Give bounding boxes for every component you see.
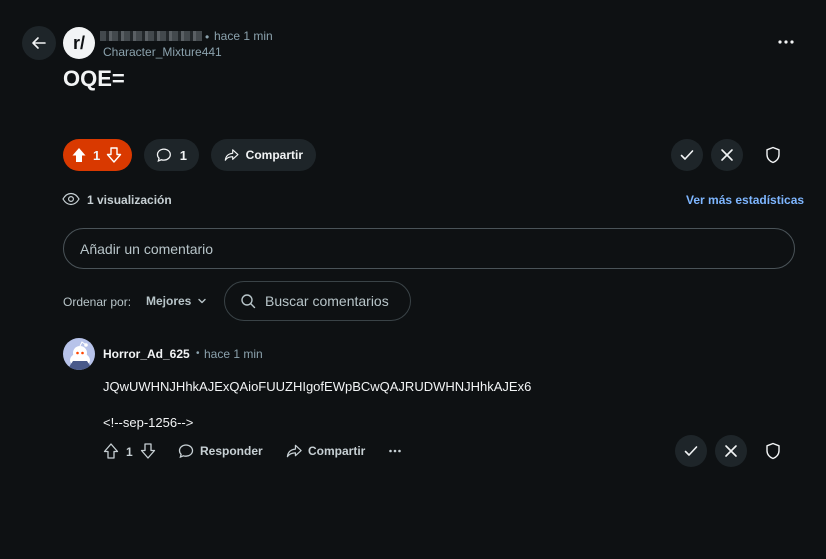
comment-body-line2: <!--sep-1256--> [103,415,194,430]
mod-shield-button[interactable] [757,139,789,171]
post-title: OQE= [63,66,125,91]
vote-pill: 1 [63,139,132,171]
arrow-left-icon [32,37,46,49]
comment-author[interactable]: Horror_Ad_625 [103,347,190,361]
share-button[interactable]: Compartir [211,139,316,171]
check-icon [684,446,698,456]
comment-dot: • [196,348,200,359]
search-placeholder: Buscar comentarios [265,293,389,309]
avatar[interactable] [63,338,95,370]
comments-button[interactable]: 1 [144,139,199,171]
post-author[interactable]: Character_Mixture441 [103,45,222,59]
approve-button[interactable] [671,139,703,171]
comment-share-button[interactable]: Compartir [286,443,365,459]
subreddit-name-blurred[interactable] [100,31,202,41]
comment-placeholder: Añadir un comentario [80,240,214,257]
views-count: 1 visualización [87,193,172,207]
subreddit-prefix: r/ [72,32,85,53]
more-stats-link[interactable]: Ver más estadísticas [686,193,804,207]
comment-remove-button[interactable] [715,435,747,467]
close-icon [725,445,737,457]
remove-button[interactable] [711,139,743,171]
comment-downvote-icon[interactable] [140,443,156,459]
close-icon [721,149,733,161]
comment-upvote-icon[interactable] [103,443,119,459]
reply-button[interactable]: Responder [178,443,263,459]
comment-mod-shield-button[interactable] [757,435,789,467]
upvote-count: 1 [93,147,101,163]
comments-count: 1 [179,147,187,163]
comment-icon [156,148,171,162]
shield-icon [766,146,780,164]
comment-more-icon[interactable] [389,446,405,456]
reply-label: Responder [200,444,263,458]
comment-vote-count: 1 [126,445,133,459]
downvote-icon[interactable] [106,147,122,163]
snoo-avatar-icon [69,341,91,370]
sort-value: Mejores [146,294,192,308]
share-icon [286,444,302,458]
shield-icon [766,442,780,460]
share-label: Compartir [245,148,303,162]
subreddit-avatar[interactable]: r/ [63,27,95,59]
sort-label: Ordenar por: [63,295,132,309]
share-icon [224,149,239,161]
post-dot: • [205,30,210,44]
back-button[interactable] [22,26,56,60]
check-icon [680,150,694,160]
post-time: hace 1 min [214,29,273,43]
upvote-icon[interactable] [71,147,87,163]
comment-time: hace 1 min [204,347,263,361]
comment-icon [178,444,194,459]
comment-body-line1: JQwUWHNJHhkAJExQAioFUUZHIgofEWpBCwQAJRUD… [103,379,532,394]
search-icon [241,294,256,309]
chevron-down-icon [198,298,207,304]
comment-share-label: Compartir [308,444,366,458]
views-icon [62,191,80,207]
sort-dropdown[interactable]: Mejores [146,294,207,308]
more-options-icon[interactable] [776,34,796,50]
search-comments-input[interactable]: Buscar comentarios [224,281,411,321]
comment-approve-button[interactable] [675,435,707,467]
comment-input[interactable]: Añadir un comentario [63,228,795,269]
